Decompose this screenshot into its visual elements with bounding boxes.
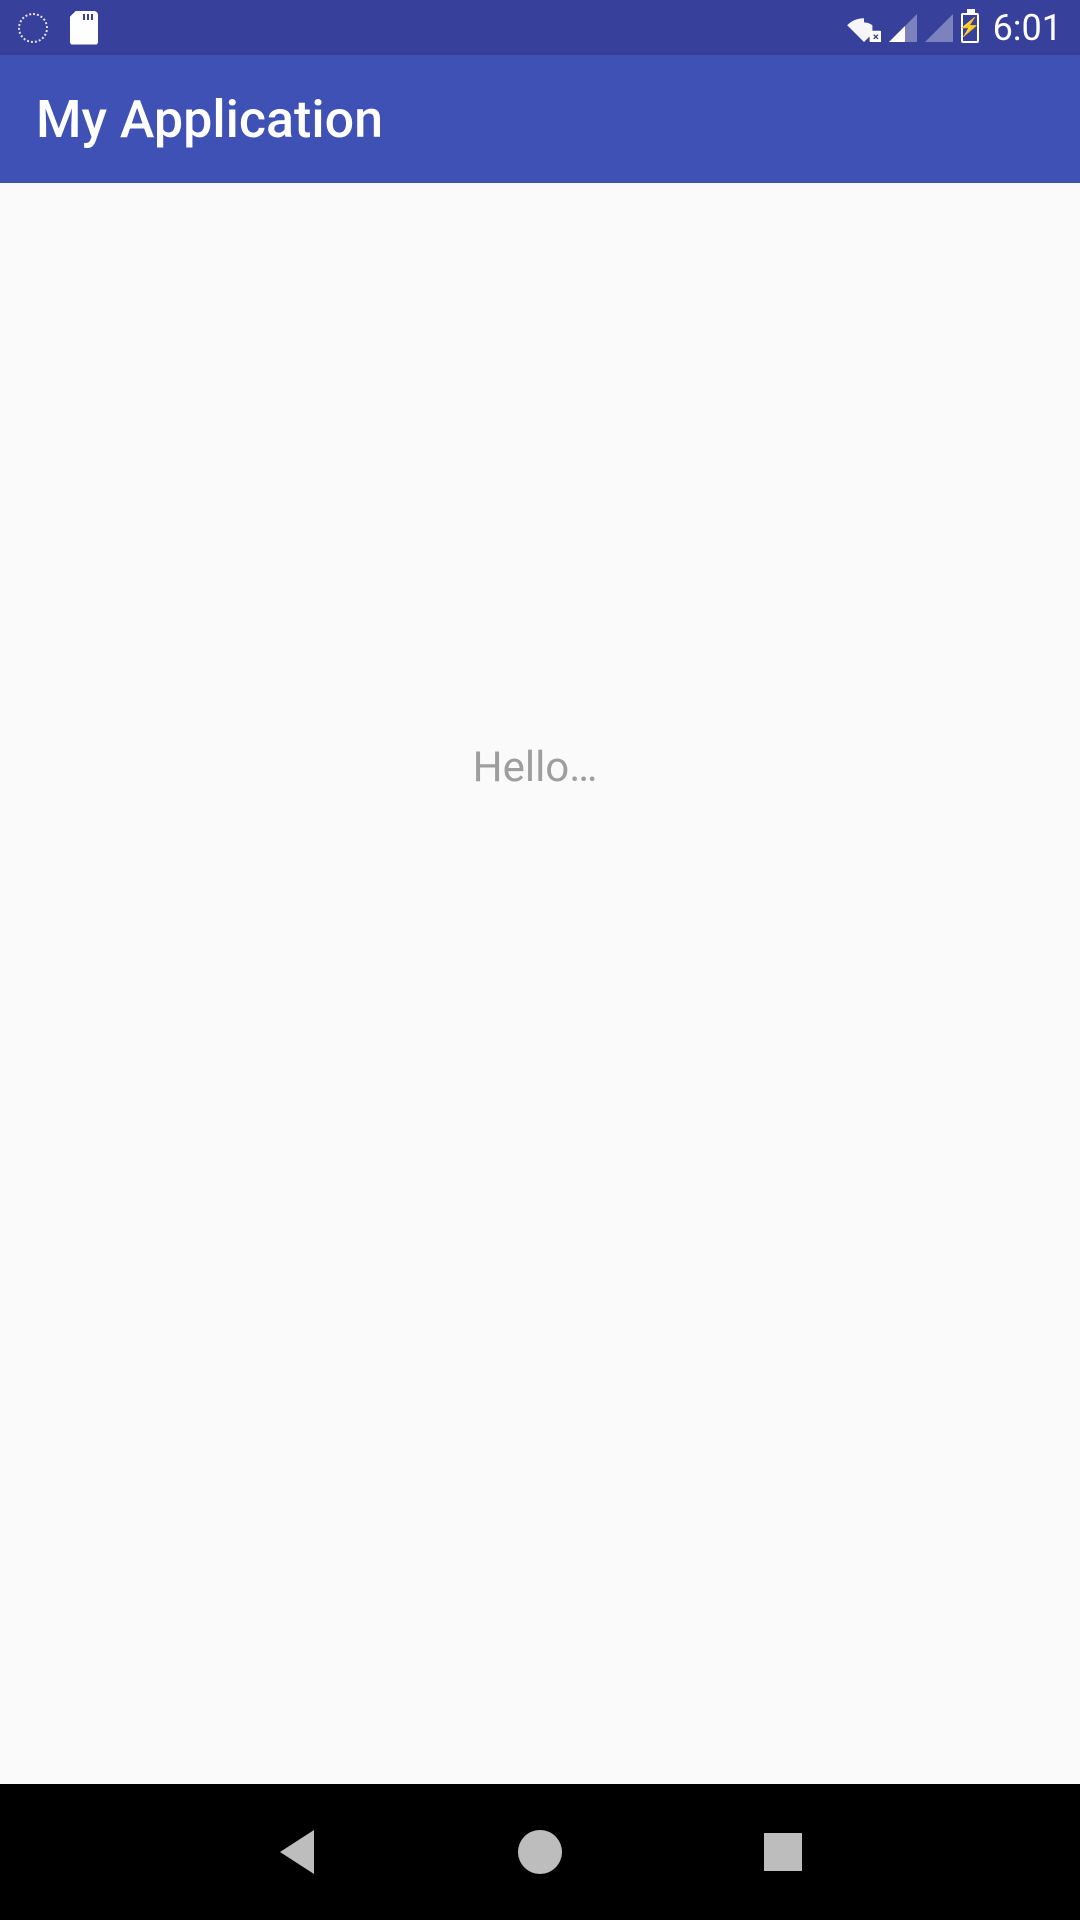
back-triangle-icon (280, 1830, 314, 1874)
status-clock: 6:01 (993, 7, 1062, 49)
home-button[interactable] (514, 1826, 566, 1878)
wifi-no-internet-icon: × (847, 14, 881, 42)
status-right-group: × ⚡ 6:01 (847, 7, 1062, 49)
battery-charging-icon: ⚡ (961, 13, 979, 43)
hello-label: Hello… (473, 743, 598, 792)
sd-card-icon (70, 11, 98, 45)
recents-square-icon (764, 1833, 802, 1871)
status-bar: × ⚡ 6:01 (0, 0, 1080, 55)
main-content: Hello… (0, 183, 1080, 1784)
navigation-bar (0, 1784, 1080, 1920)
svg-text:×: × (873, 30, 879, 41)
cellular-signal-partial-icon (889, 14, 917, 42)
home-circle-icon (518, 1830, 562, 1874)
recents-button[interactable] (757, 1826, 809, 1878)
loading-spinner-icon (18, 13, 48, 43)
back-button[interactable] (271, 1826, 323, 1878)
status-left-group (18, 11, 98, 45)
cellular-signal-empty-icon (925, 14, 953, 42)
app-bar: My Application (0, 55, 1080, 183)
app-title: My Application (36, 89, 383, 150)
